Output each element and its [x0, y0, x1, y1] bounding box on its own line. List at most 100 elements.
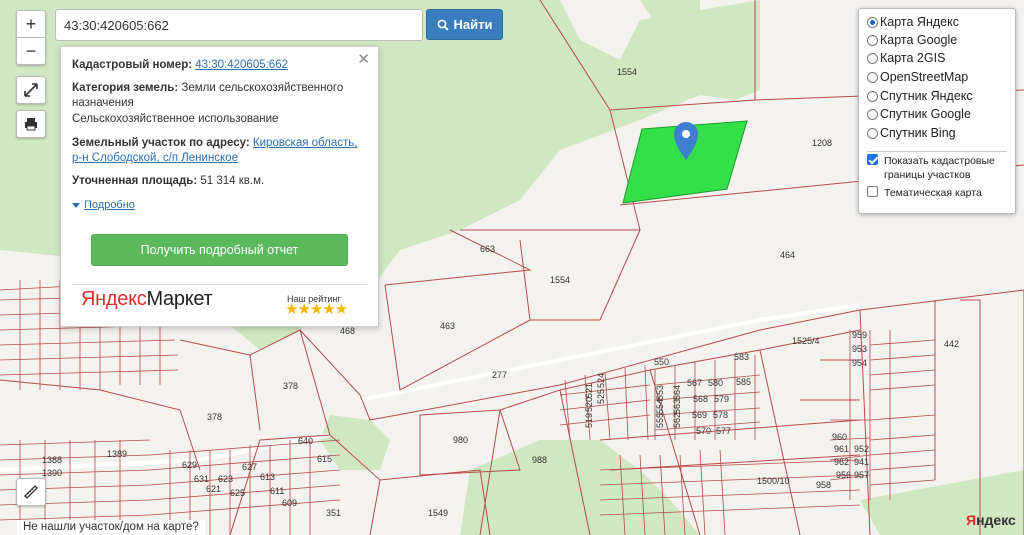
radio-icon[interactable] — [867, 127, 878, 139]
parcel-label: 277 — [492, 370, 507, 380]
parcel-label: 569 — [692, 410, 707, 420]
minus-icon: − — [25, 40, 37, 61]
caret-down-icon — [72, 202, 80, 208]
layer-option-label: Карта Google — [880, 33, 958, 47]
parcel-label: 988 — [532, 455, 547, 465]
checkbox-checked-icon[interactable] — [867, 154, 878, 165]
ruler-button[interactable] — [16, 478, 46, 506]
zoom-out-button[interactable]: − — [16, 37, 46, 65]
layer-option-label: Спутник Яндекс — [880, 89, 973, 103]
parcel-label: 1549 — [428, 508, 448, 518]
layer-option-label: OpenStreetMap — [880, 70, 969, 84]
parcel-label: 941 — [854, 457, 869, 467]
show-cadastral-toggle[interactable]: Показать кадастровые границы участков — [867, 154, 1009, 182]
search-icon — [437, 19, 449, 31]
rating-stars[interactable]: ★★★★★ — [285, 302, 348, 317]
parcel-label: 520 — [584, 397, 594, 412]
parcel-label: 961 — [834, 444, 849, 454]
layer-option[interactable]: Спутник Google — [867, 107, 971, 121]
parcel-label: 962 — [834, 457, 849, 467]
parcel-label: 952 — [854, 444, 869, 454]
parcel-label: 623 — [218, 474, 233, 484]
area-value: 51 314 кв.м. — [200, 175, 265, 187]
parcel-label: 953 — [852, 344, 867, 354]
parcel-label: 464 — [780, 250, 795, 260]
parcel-label: 562 — [672, 413, 682, 428]
parcel-label: 524 — [596, 373, 606, 388]
parcel-label: 553 — [655, 385, 665, 400]
layer-option[interactable]: OpenStreetMap — [867, 70, 968, 84]
show-cadastral-label: Показать кадастровые границы участков — [884, 155, 995, 181]
parcel-label: 580 — [708, 378, 723, 388]
radio-selected-icon[interactable] — [867, 16, 878, 28]
parcel-label: 442 — [944, 339, 959, 349]
radio-icon[interactable] — [867, 34, 878, 46]
parcel-label: 521 — [584, 383, 594, 398]
copyright-ya: Я — [966, 512, 977, 528]
parcel-label: 1525/4 — [792, 336, 820, 346]
parcel-label: 631 — [194, 474, 209, 484]
parcel-label: 1388 — [42, 455, 62, 465]
parcel-label: 958 — [816, 480, 831, 490]
radio-icon[interactable] — [867, 90, 878, 102]
map-layer-panel: Карта Яндекс Карта Google Карта 2GIS OpenSt… — [858, 8, 1016, 214]
radio-icon[interactable] — [867, 71, 878, 83]
print-button[interactable] — [16, 110, 46, 138]
layer-option[interactable]: Спутник Яндекс — [867, 89, 973, 103]
parcel-label: 564 — [672, 385, 682, 400]
search-button-label: Найти — [453, 17, 493, 32]
parcel-info-card: ✕ Кадастровый номер: 43:30:420605:662 Ка… — [60, 46, 379, 327]
thematic-map-label: Тематическая карта — [884, 187, 982, 199]
cadastral-number-label: Кадастровый номер: — [72, 59, 193, 71]
parcel-label: 568 — [693, 394, 708, 404]
parcel-label: 468 — [340, 326, 355, 336]
checkbox-icon[interactable] — [867, 186, 878, 197]
details-link: Подробно — [84, 199, 135, 211]
layer-option[interactable]: Карта Яндекс — [867, 15, 959, 29]
fullscreen-button[interactable] — [16, 76, 46, 104]
plus-icon: + — [25, 13, 37, 34]
radio-icon[interactable] — [867, 108, 878, 120]
cadastral-number-link[interactable]: 43:30:420605:662 — [195, 59, 288, 71]
parcel-label: 1208 — [812, 138, 832, 148]
parcel-label: 1554 — [617, 67, 637, 77]
get-report-button[interactable]: Получить подробный отчет — [91, 234, 348, 266]
yandex-copyright[interactable]: Яндекс — [966, 512, 1016, 528]
layer-option-label: Спутник Google — [880, 107, 971, 121]
parcel-label: 1554 — [550, 275, 570, 285]
parcel-label: 629 — [182, 460, 197, 470]
details-toggle[interactable]: Подробно — [72, 198, 135, 213]
parcel-label: 954 — [852, 358, 867, 368]
layer-option-label: Спутник Bing — [880, 126, 956, 140]
parcel-label: 640 — [298, 436, 313, 446]
parcel-label: 554 — [655, 399, 665, 414]
parcel-label: 615 — [317, 454, 332, 464]
printer-icon — [25, 118, 37, 131]
parcel-label: 625 — [230, 488, 245, 498]
parcel-label: 611 — [270, 486, 284, 496]
parcel-label: 980 — [453, 435, 468, 445]
layer-option[interactable]: Спутник Bing — [867, 126, 956, 140]
parcel-label: 567 — [687, 378, 702, 388]
radio-icon[interactable] — [867, 52, 878, 64]
parcel-label: 609 — [282, 498, 297, 508]
logo-market-part: Маркет — [146, 288, 213, 310]
parcel-label: 583 — [734, 352, 749, 362]
search-button[interactable]: Найти — [426, 9, 503, 40]
parcel-label: 621 — [206, 484, 221, 494]
land-category-row: Категория земель: Земли сельскохозяйстве… — [72, 81, 368, 111]
layer-option[interactable]: Карта 2GIS — [867, 51, 945, 65]
layer-option[interactable]: Карта Google — [867, 33, 957, 47]
zoom-in-button[interactable]: + — [16, 10, 46, 38]
address-row: Земельный участок по адресу: Кировская о… — [72, 136, 368, 166]
thematic-map-toggle[interactable]: Тематическая карта — [867, 186, 982, 200]
yandex-market-logo[interactable]: ЯндексМаркет — [81, 289, 213, 309]
address-label: Земельный участок по адресу: — [72, 137, 250, 149]
parcel-label: 1500/10 — [757, 476, 790, 486]
not-found-link[interactable]: Не нашли участок/дом на карте? — [17, 520, 205, 535]
parcel-label: 578 — [713, 410, 728, 420]
parcel-label: 555 — [655, 413, 665, 428]
cadastral-number-row: Кадастровый номер: 43:30:420605:662 — [72, 58, 368, 73]
cadastral-search-input[interactable] — [55, 9, 423, 41]
parcel-label: 1390 — [42, 468, 62, 478]
